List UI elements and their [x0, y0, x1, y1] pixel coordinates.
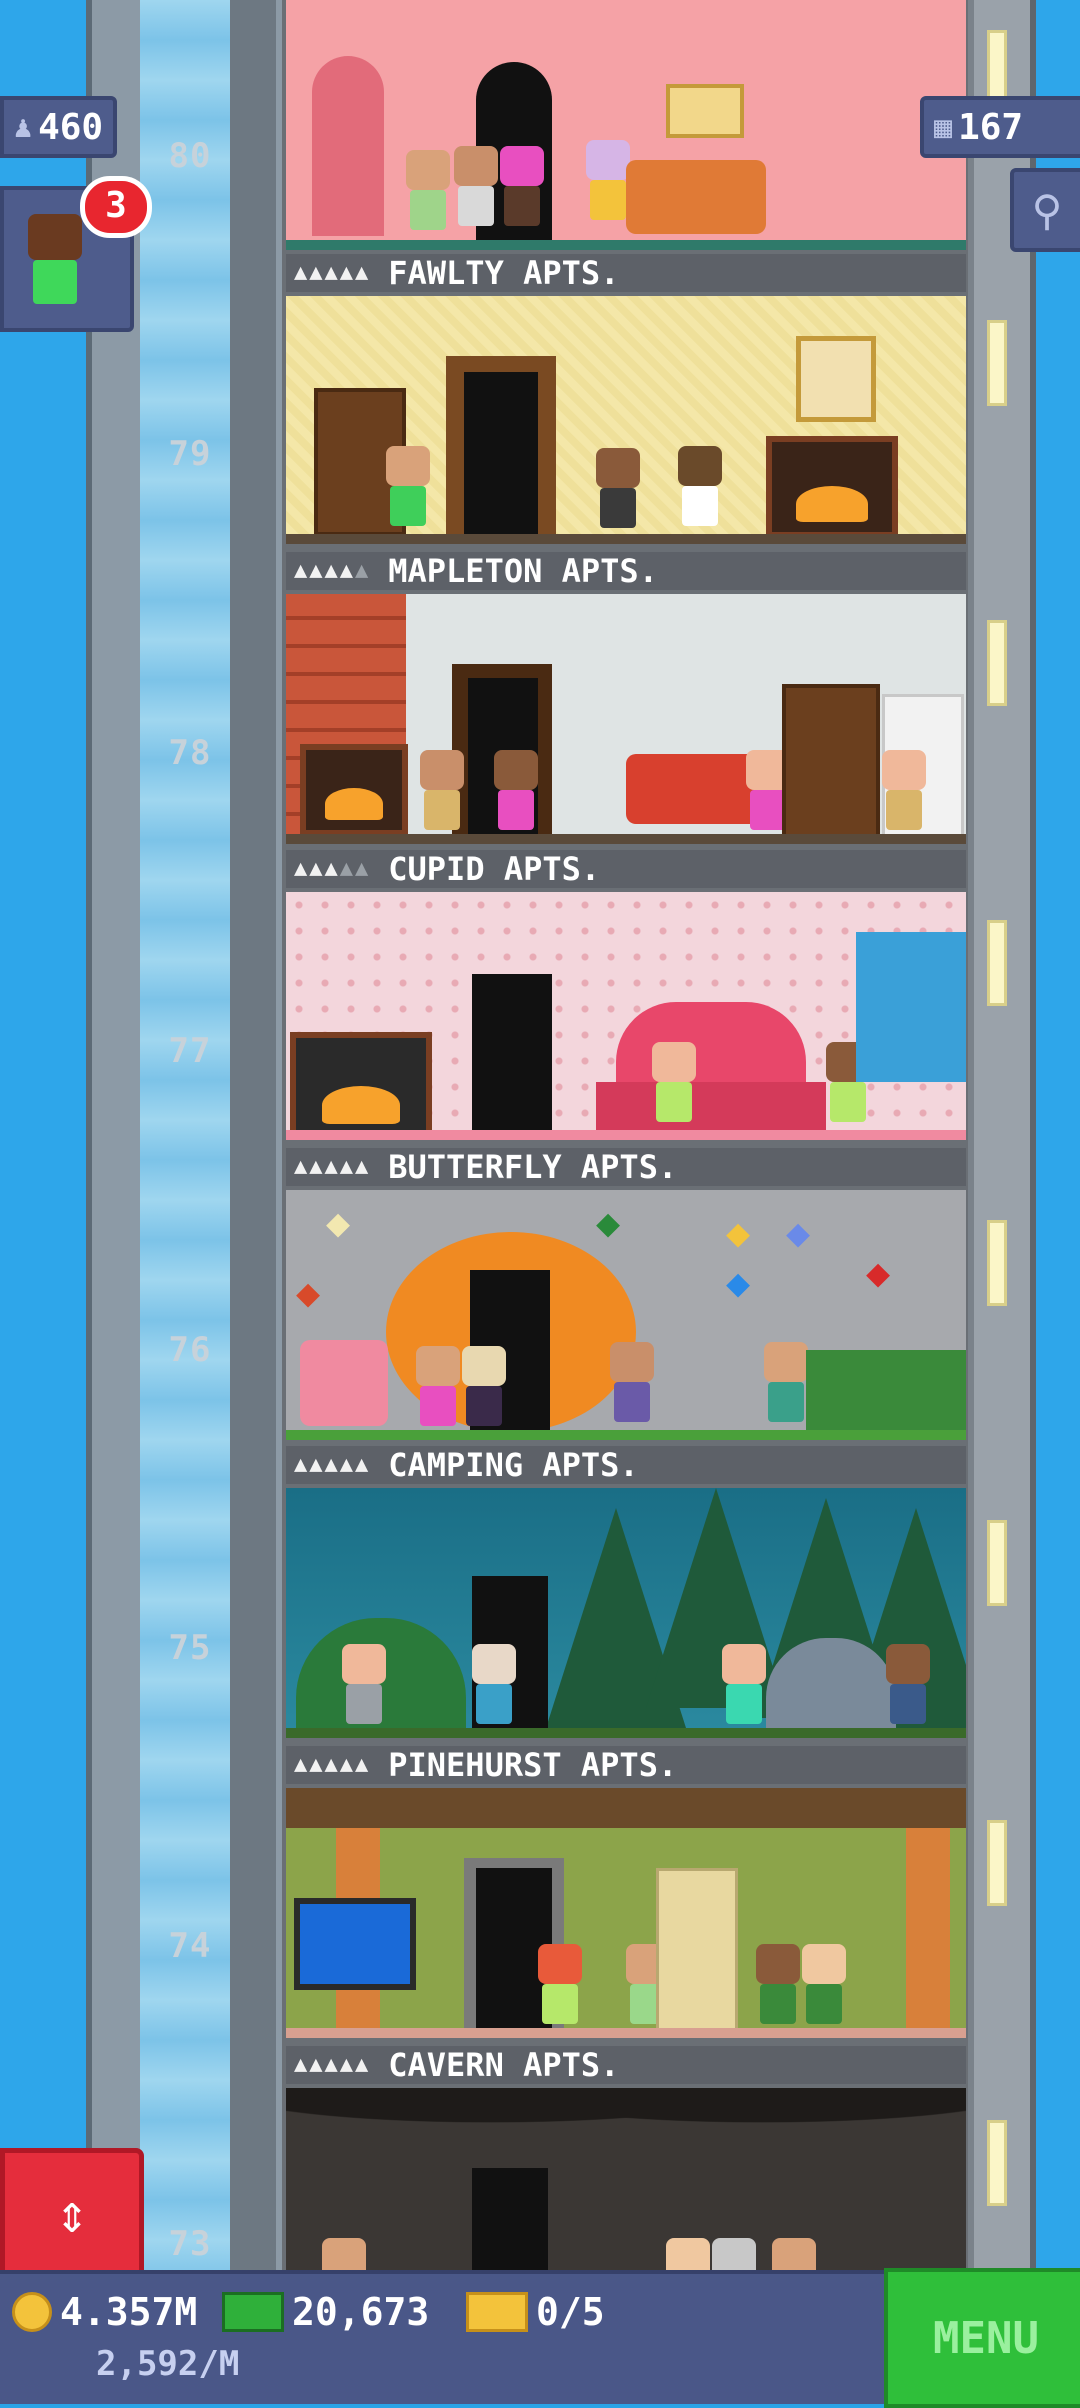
floor-name: CUPID APTS. [388, 850, 601, 888]
coin-icon [12, 2292, 52, 2332]
room-floor-75[interactable] [286, 1488, 966, 1738]
elevator-rail [230, 0, 276, 2270]
elevator-button[interactable]: ⇕ [0, 2148, 144, 2278]
floor-name: FAWLTY APTS. [388, 254, 620, 292]
wall-light [987, 2120, 1007, 2206]
population-counter[interactable]: ♟ 460 [0, 96, 118, 158]
tickets-counter[interactable]: 0/5 [466, 2290, 605, 2334]
floor-label-cupid[interactable]: ▲▲▲▲▲ CUPID APTS. [286, 850, 966, 888]
floor-number-80: 80 [168, 136, 212, 176]
floors-value: 167 [958, 106, 1024, 148]
floor-name: CAVERN APTS. [388, 2046, 620, 2084]
coins-value: 4.357M [60, 2290, 198, 2334]
ticket-icon [466, 2292, 528, 2332]
star-rating: ▲▲▲▲▲ [294, 1452, 371, 1477]
room-floor-76[interactable]: ◆ ◆ ◆ ◆ ◆ ◆ ◆ [286, 1190, 966, 1440]
star-rating: ▲▲▲▲▲ [294, 260, 371, 285]
elevator-arrows-icon: ⇕ [55, 2181, 89, 2245]
floor-label-butterfly[interactable]: ▲▲▲▲▲ BUTTERFLY APTS. [286, 1148, 966, 1186]
floor-name: MAPLETON APTS. [388, 552, 658, 590]
floors-counter[interactable]: ▦ 167 [920, 96, 1080, 158]
floor-number-74: 74 [168, 1926, 212, 1966]
star-rating: ▲▲▲▲▲ [294, 1752, 371, 1777]
floor-label-mapleton[interactable]: ▲▲▲▲▲ MAPLETON APTS. [286, 552, 966, 590]
star-rating: ▲▲▲▲▲ [294, 558, 371, 583]
room-floor-78[interactable] [286, 594, 966, 844]
bux-counter[interactable]: 20,673 [222, 2290, 429, 2334]
floors-grid-icon: ▦ [934, 109, 953, 145]
room-floor-74[interactable] [286, 1788, 966, 2038]
star-rating: ▲▲▲▲▲ [294, 1154, 371, 1179]
coins-rate: 2,592/M [96, 2344, 240, 2384]
bitizen-avatar [28, 214, 82, 304]
wall-light [987, 1220, 1007, 1306]
wall-light [987, 1520, 1007, 1606]
floor-label-pinehurst[interactable]: ▲▲▲▲▲ PINEHURST APTS. [286, 1746, 966, 1784]
star-rating: ▲▲▲▲▲ [294, 856, 371, 881]
tickets-value: 0/5 [536, 2290, 605, 2334]
population-value: 460 [38, 106, 104, 148]
wall-light [987, 320, 1007, 406]
floor-number-77: 77 [168, 1031, 212, 1071]
floor-name: CAMPING APTS. [388, 1446, 639, 1484]
floor-number-73: 73 [168, 2224, 212, 2264]
room-floor-73[interactable] [286, 2088, 966, 2270]
menu-button[interactable]: MENU [884, 2268, 1080, 2408]
floor-name: PINEHURST APTS. [388, 1746, 678, 1784]
room-floor-77[interactable] [286, 892, 966, 1140]
wall-light [987, 920, 1007, 1006]
floor-label-fawlty[interactable]: ▲▲▲▲▲ FAWLTY APTS. [286, 254, 966, 292]
floor-name: BUTTERFLY APTS. [388, 1148, 678, 1186]
room-floor-80[interactable] [286, 0, 966, 250]
floor-label-cavern[interactable]: ▲▲▲▲▲ CAVERN APTS. [286, 2046, 966, 2084]
person-icon: ♟ [14, 109, 33, 145]
coins-counter[interactable]: 4.357M [12, 2290, 197, 2334]
star-rating: ▲▲▲▲▲ [294, 2052, 371, 2077]
bux-icon [222, 2292, 284, 2332]
wall-light [987, 1820, 1007, 1906]
magnifier-icon: ⚲ [1031, 185, 1063, 235]
floor-label-camping[interactable]: ▲▲▲▲▲ CAMPING APTS. [286, 1446, 966, 1484]
room-floor-79[interactable] [286, 296, 966, 544]
wall-light [987, 620, 1007, 706]
floor-number-78: 78 [168, 733, 212, 773]
floor-number-75: 75 [168, 1628, 212, 1668]
notification-badge: 3 [80, 176, 152, 238]
floor-number-76: 76 [168, 1330, 212, 1370]
search-button[interactable]: ⚲ [1010, 168, 1080, 252]
floor-number-79: 79 [168, 434, 212, 474]
bux-value: 20,673 [292, 2290, 430, 2334]
